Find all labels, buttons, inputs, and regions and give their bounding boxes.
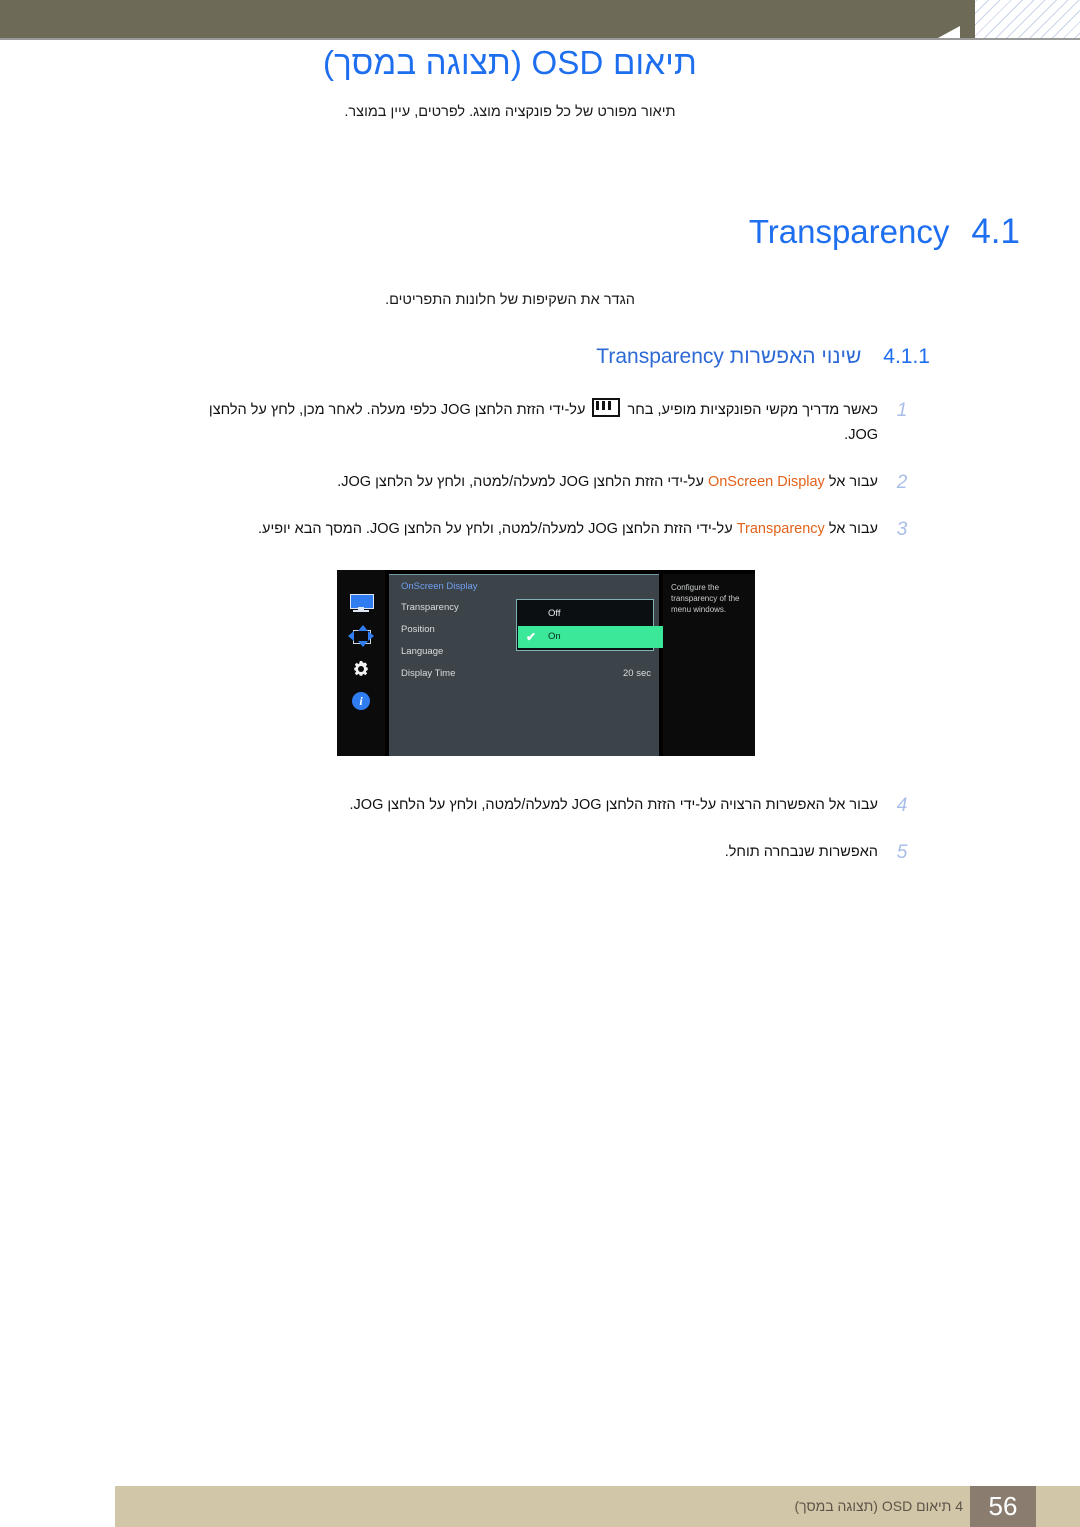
osd-screenshot: i OnScreen Display Transparency Position… <box>337 570 755 756</box>
step-keyword: Transparency <box>736 521 825 537</box>
step-text: האפשרות שנבחרה תוחל. <box>724 844 878 860</box>
osd-option-on[interactable]: ✔ On <box>518 626 684 648</box>
info-glyph: i <box>352 692 370 710</box>
osd-menu-title: OnScreen Display <box>401 581 478 592</box>
step-text: עבור אל Transparency על-ידי הזזת הלחצן J… <box>175 517 884 542</box>
page-title: תיאום OSD (תצוגה במסך) <box>322 44 698 81</box>
header-band <box>0 0 1080 38</box>
section-number: 4.1 <box>971 212 1020 251</box>
steps-list-bottom: 4 עבור אל האפשרות הרצויה על-ידי הזזת הלח… <box>175 793 920 887</box>
step-item: 3 עבור אל Transparency על-ידי הזזת הלחצן… <box>175 517 920 542</box>
menu-bars-icon <box>592 398 621 417</box>
header-hatch-pattern <box>975 0 1080 38</box>
check-icon: ✔ <box>526 630 537 644</box>
step-item: 2 עבור אל OnScreen Display על-ידי הזזת ה… <box>175 470 920 495</box>
info-icon[interactable]: i <box>348 690 374 712</box>
step-text: כאשר מדריך מקשי הפונקציות מופיע, בחר על-… <box>175 398 884 448</box>
subsection-title: שינוי האפשרות Transparency <box>596 345 862 368</box>
position-arrows-icon[interactable] <box>348 625 374 647</box>
step-keyword: OnScreen Display <box>707 474 825 490</box>
step-text-part-b: על-ידי הזזת הלחצן JOG למעלה/למטה, ולחץ ע… <box>258 521 737 537</box>
step-text: עבור אל OnScreen Display על-ידי הזזת הלח… <box>175 470 884 495</box>
osd-menu-item-display-time[interactable]: Display Time <box>401 668 455 679</box>
step-text-part-a: עבור אל <box>824 474 878 490</box>
steps-list-top: 1 כאשר מדריך מקשי הפונקציות מופיע, בחר ע… <box>175 398 920 564</box>
osd-menu-item-transparency[interactable]: Transparency <box>401 602 459 613</box>
step-text: עבור אל האפשרות הרצויה על-ידי הזזת הלחצן… <box>349 797 878 813</box>
osd-menu-panel: OnScreen Display Transparency Position L… <box>389 574 684 756</box>
step-item: 4 עבור אל האפשרות הרצויה על-ידי הזזת הלח… <box>175 793 920 818</box>
osd-menu-item-position[interactable]: Position <box>401 624 435 635</box>
osd-transparency-popup: Off ✔ On <box>516 599 684 651</box>
gear-icon[interactable] <box>348 658 374 680</box>
osd-menu-item-language[interactable]: Language <box>401 646 443 657</box>
step-item: 5 האפשרות שנבחרה תוחל. <box>175 840 920 865</box>
step-text-part-a: עבור אל <box>824 521 878 537</box>
osd-display-time-value: 20 sec <box>623 668 651 679</box>
step-number: 1 <box>896 400 908 421</box>
osd-help-text: Configure the transparency of the menu w… <box>663 574 755 756</box>
header-notch-fill <box>960 26 975 38</box>
section-title: Transparency <box>748 213 950 250</box>
step-number: 3 <box>896 519 908 540</box>
step-text-part-a: כאשר מדריך מקשי הפונקציות מופיע, בחר <box>623 402 878 418</box>
page-subtitle: תיאור מפורט של כל פונקציה מוצג. לפרטים, … <box>344 104 676 120</box>
step-item: 1 כאשר מדריך מקשי הפונקציות מופיע, בחר ע… <box>175 398 920 448</box>
section-description: הגדר את השקיפות של חלונות התפריטים. <box>385 292 635 308</box>
osd-option-on-label: On <box>548 631 561 642</box>
osd-option-off[interactable]: Off <box>518 603 684 625</box>
step-number: 4 <box>896 795 908 816</box>
footer-text: 4 תיאום OSD (תצוגה במסך) <box>794 1498 963 1514</box>
step-number: 2 <box>896 472 908 493</box>
monitor-icon[interactable] <box>348 592 374 614</box>
page-number-badge: 56 <box>970 1486 1036 1527</box>
step-number: 5 <box>896 842 908 863</box>
step-text-part-b: על-ידי הזזת הלחצן JOG למעלה/למטה, ולחץ ע… <box>337 474 708 490</box>
subsection-number: 4.1.1 <box>883 345 930 368</box>
osd-icon-rail: i <box>337 570 385 756</box>
subsection-heading: 4.1.1 שינוי האפשרות Transparency <box>596 345 930 369</box>
section-heading: 4.1 Transparency <box>749 212 1020 252</box>
header-underline <box>0 38 1080 40</box>
